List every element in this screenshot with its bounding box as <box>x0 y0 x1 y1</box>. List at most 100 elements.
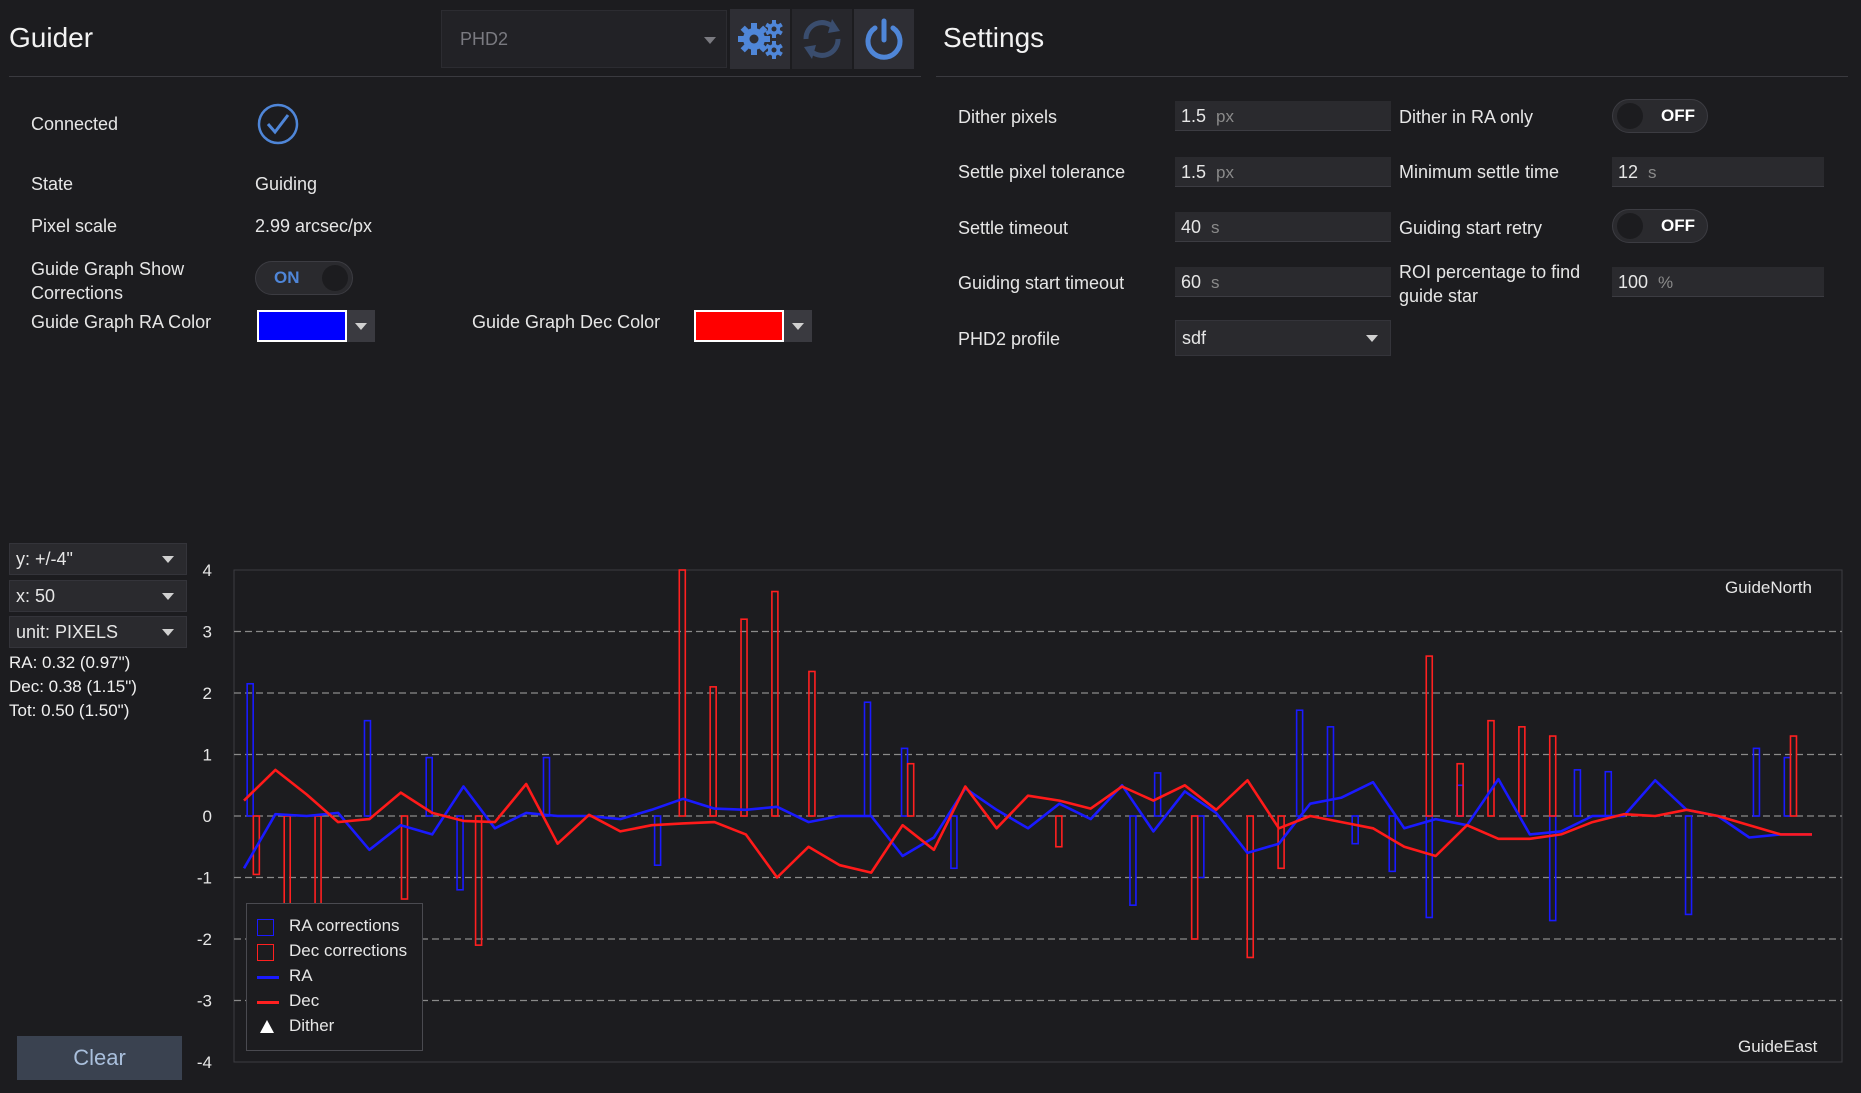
ra-correction-bar <box>1326 726 1335 817</box>
start-timeout-input[interactable]: 60 s <box>1175 267 1391 297</box>
triangle-icon <box>260 1020 274 1033</box>
y-scale-select[interactable]: y: +/-4" <box>9 543 187 575</box>
ra-correction-bar <box>1456 784 1464 817</box>
dither-ra-toggle-text: OFF <box>1661 106 1695 125</box>
y-tick-label: -1 <box>197 869 212 888</box>
settle-tolerance-input[interactable]: 1.5 px <box>1175 157 1391 187</box>
show-corrections-label-line1: Guide Graph Show <box>31 259 185 279</box>
dither-pixels-input[interactable]: 1.5 px <box>1175 101 1391 131</box>
roi-input[interactable]: 100% <box>1612 267 1824 297</box>
clear-button[interactable]: Clear <box>17 1036 182 1080</box>
ra-correction-bar <box>653 815 662 867</box>
dec-color-dropdown[interactable] <box>784 310 812 342</box>
chevron-down-icon <box>792 323 804 330</box>
ra-correction-bar <box>1425 815 1434 919</box>
y-tick-label: 0 <box>203 807 212 826</box>
y-scale-value: y: +/-4" <box>16 549 73 569</box>
toggle-knob <box>322 265 348 291</box>
ra-correction-bar <box>542 756 551 817</box>
graph-annotation-north: GuideNorth <box>1725 578 1812 597</box>
dither-ra-label: Dither in RA only <box>1399 107 1534 127</box>
start-retry-label: Guiding start retry <box>1399 218 1543 238</box>
guider-title: Guider <box>9 22 94 53</box>
dither-ra-toggle[interactable]: OFF <box>1612 99 1708 133</box>
ra-series-line <box>242 777 1812 869</box>
dec-correction-bar <box>474 815 483 946</box>
unit-select[interactable]: unit: PIXELS <box>9 616 187 648</box>
legend-swatch-dec <box>257 1001 279 1004</box>
settle-timeout-label: Settle timeout <box>958 218 1069 238</box>
refresh-button[interactable] <box>792 9 852 69</box>
start-timeout-unit: s <box>1211 273 1220 292</box>
settle-timeout-input[interactable]: 40 s <box>1175 212 1391 242</box>
dec-correction-bar <box>771 590 779 817</box>
dec-color-label: Guide Graph Dec Color <box>472 312 661 332</box>
guide-graph: 4 3 2 1 0 -1 -2 -3 -4 <box>194 555 1846 1075</box>
guider-device-select-value: PHD2 <box>460 29 509 49</box>
y-tick-label: 3 <box>203 623 212 642</box>
ra-correction-bar <box>363 719 372 817</box>
dither-pixels-value: 1.5 <box>1181 106 1207 126</box>
x-scale-select[interactable]: x: 50 <box>9 580 187 612</box>
dec-correction-bar <box>1548 735 1557 817</box>
min-settle-input[interactable]: 12 s <box>1612 157 1824 187</box>
profile-select[interactable]: sdf <box>1175 320 1391 356</box>
legend-item-dec: Dec <box>257 991 319 1011</box>
settle-timeout-value: 40 <box>1181 217 1202 237</box>
settle-tolerance-unit: px <box>1216 163 1234 182</box>
chevron-down-icon <box>162 593 174 600</box>
ra-correction-bar <box>1752 747 1761 817</box>
ra-correction-bar <box>1129 815 1137 906</box>
dither-pixels-label: Dither pixels <box>958 107 1058 127</box>
ra-correction-bar <box>1351 815 1359 845</box>
ra-color-label: Guide Graph RA Color <box>31 312 212 332</box>
disconnect-button[interactable] <box>854 9 914 69</box>
min-settle-unit: s <box>1648 163 1657 182</box>
chevron-down-icon <box>704 37 716 44</box>
start-retry-toggle[interactable]: OFF <box>1612 209 1708 243</box>
y-tick-label: -3 <box>197 992 212 1011</box>
ra-correction-bar <box>1783 756 1792 817</box>
power-icon <box>865 18 903 60</box>
chevron-down-icon <box>1366 335 1378 342</box>
toggle-knob <box>1617 103 1643 129</box>
show-corrections-toggle-text: ON <box>274 268 300 287</box>
roi-label-line1: ROI percentage to find <box>1399 262 1581 282</box>
ra-correction-bar <box>1573 769 1582 817</box>
roi-unit: % <box>1658 273 1674 292</box>
ra-correction-bar <box>1153 772 1162 817</box>
dec-correction-bar <box>906 762 915 817</box>
dec-correction-bar <box>1425 655 1434 817</box>
connected-label: Connected <box>31 114 119 134</box>
legend-label-dither: Dither <box>289 1016 335 1035</box>
dec-correction-bar <box>1789 735 1798 817</box>
unit-value: unit: PIXELS <box>16 622 119 642</box>
profile-value: sdf <box>1182 328 1207 348</box>
legend-swatch-ra <box>257 976 279 979</box>
legend-label-dec-corrections: Dec corrections <box>289 941 408 960</box>
y-tick-label: 4 <box>203 561 212 580</box>
show-corrections-toggle[interactable]: ON <box>255 261 353 295</box>
settings-divider <box>936 76 1848 77</box>
guider-divider <box>9 76 921 77</box>
dec-correction-bar <box>1246 815 1255 959</box>
ra-correction-bar <box>1388 815 1397 873</box>
state-label: State <box>31 174 74 194</box>
legend-label-ra-corrections: RA corrections <box>289 916 400 935</box>
state-value: Guiding <box>255 174 318 194</box>
ra-color-swatch[interactable] <box>257 310 347 342</box>
toggle-knob <box>1617 213 1643 239</box>
dec-rms-stat: Dec: 0.38 (1.15") <box>9 677 137 696</box>
guider-device-select[interactable]: PHD2 <box>441 10 727 68</box>
ra-color-dropdown[interactable] <box>347 310 375 342</box>
ra-correction-bar <box>950 815 958 870</box>
x-scale-value: x: 50 <box>16 586 56 606</box>
chevron-down-icon <box>162 556 174 563</box>
setup-button[interactable] <box>730 9 790 69</box>
legend-label-dec: Dec <box>289 991 320 1010</box>
show-corrections-label: Guide Graph Show Corrections <box>31 257 184 305</box>
start-retry-toggle-text: OFF <box>1661 216 1695 235</box>
dec-correction-bar <box>400 815 409 900</box>
dec-color-swatch[interactable] <box>694 310 784 342</box>
pixel-scale-value: 2.99 arcsec/px <box>255 216 373 236</box>
